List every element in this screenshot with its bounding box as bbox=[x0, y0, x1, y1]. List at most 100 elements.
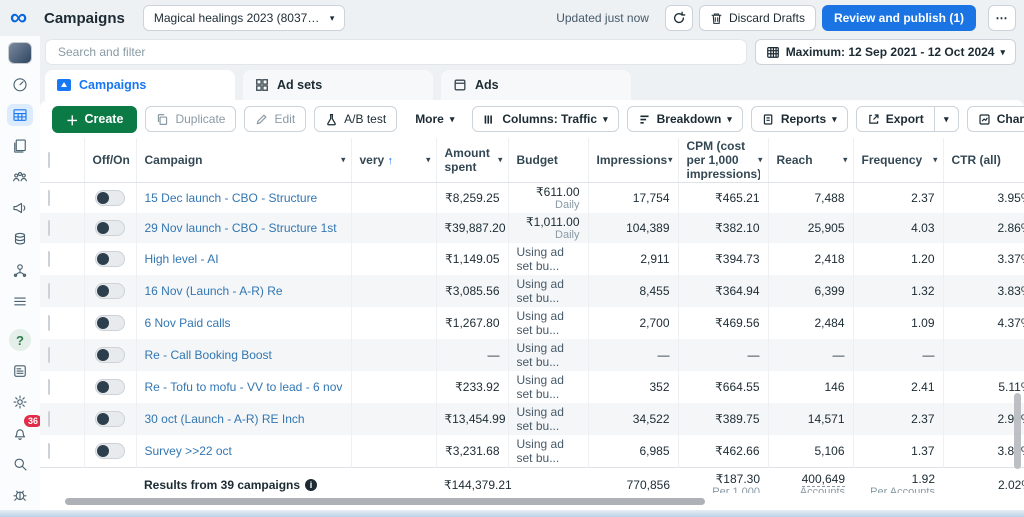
amount-spent-cell: ₹1,267.80 bbox=[436, 307, 508, 339]
page-title: Campaigns bbox=[44, 10, 125, 27]
create-button[interactable]: ＋ Create bbox=[52, 106, 137, 133]
off-on-toggle[interactable] bbox=[95, 251, 125, 267]
reports-button[interactable]: Reports ▾ bbox=[751, 106, 848, 132]
tab-ads[interactable]: Ads bbox=[441, 70, 631, 100]
campaign-link[interactable]: 30 oct (Launch - A-R) RE Inch bbox=[145, 412, 343, 426]
breakdown-button[interactable]: Breakdown ▾ bbox=[627, 106, 743, 132]
horizontal-scrollbar[interactable] bbox=[65, 498, 705, 505]
impressions-cell: 8,455 bbox=[588, 275, 678, 307]
table-grid-icon bbox=[11, 106, 29, 124]
sidebar-item-all-tools[interactable] bbox=[7, 290, 33, 312]
notifications-button[interactable]: 36 bbox=[7, 422, 33, 444]
updates-button[interactable] bbox=[7, 360, 33, 382]
info-icon[interactable]: i bbox=[305, 479, 317, 491]
off-on-toggle[interactable] bbox=[95, 220, 125, 236]
col-reach[interactable]: Reach▾ bbox=[768, 138, 853, 183]
date-range-selector[interactable]: Maximum: 12 Sep 2021 - 12 Oct 2024 ▾ bbox=[755, 39, 1016, 65]
charts-button[interactable]: Charts bbox=[967, 106, 1024, 132]
tab-ad-sets-label: Ad sets bbox=[277, 78, 322, 92]
help-button[interactable]: ? bbox=[7, 329, 33, 351]
row-checkbox[interactable] bbox=[48, 220, 50, 236]
filter-row: Search and filter Maximum: 12 Sep 2021 -… bbox=[40, 36, 1024, 68]
sidebar-item-audiences[interactable] bbox=[7, 166, 33, 188]
campaign-link[interactable]: 6 Nov Paid calls bbox=[145, 316, 343, 330]
col-amount-spent[interactable]: Amount spent▾ bbox=[436, 138, 508, 183]
campaign-link[interactable]: 15 Dec launch - CBO - Structure bbox=[145, 191, 343, 205]
campaign-link[interactable]: Re - Call Booking Boost bbox=[145, 348, 343, 362]
table-row[interactable]: Re - Tofu to mofu - VV to lead - 6 nov ₹… bbox=[40, 371, 1024, 403]
chevron-down-icon: ▾ bbox=[341, 155, 346, 166]
more-button[interactable]: More ▾ bbox=[405, 106, 464, 132]
more-label: More bbox=[415, 112, 444, 126]
table-row[interactable]: 15 Dec launch - CBO - Structure ₹8,259.2… bbox=[40, 183, 1024, 214]
select-all-checkbox[interactable] bbox=[48, 152, 50, 168]
refresh-icon bbox=[672, 11, 686, 25]
discard-drafts-button[interactable]: Discard Drafts bbox=[699, 5, 816, 31]
search-button[interactable] bbox=[7, 453, 33, 475]
off-on-toggle[interactable] bbox=[95, 443, 125, 459]
sidebar-item-advertise[interactable] bbox=[7, 197, 33, 219]
reach-cell: 5,106 bbox=[768, 435, 853, 468]
off-on-toggle[interactable] bbox=[95, 190, 125, 206]
table-row[interactable]: Re - Call Booking Boost — Using ad set b… bbox=[40, 339, 1024, 371]
col-ctr[interactable]: CTR (all)▾ bbox=[943, 138, 1024, 183]
amount-spent-cell: ₹1,149.05 bbox=[436, 243, 508, 275]
off-on-toggle[interactable] bbox=[95, 347, 125, 363]
campaign-link[interactable]: 16 Nov (Launch - A-R) Re bbox=[145, 284, 343, 298]
tab-ad-sets[interactable]: Ad sets bbox=[243, 70, 433, 100]
sidebar-item-reporting[interactable] bbox=[7, 135, 33, 157]
select-all-header[interactable] bbox=[40, 138, 84, 183]
row-checkbox[interactable] bbox=[48, 315, 50, 331]
col-delivery[interactable]: very ↑▾ bbox=[351, 138, 436, 183]
more-options-button[interactable]: ⋯ bbox=[988, 5, 1016, 31]
col-impressions[interactable]: Impressions▾ bbox=[588, 138, 678, 183]
sidebar-item-overview[interactable] bbox=[7, 73, 33, 95]
columns-button[interactable]: Columns: Traffic ▾ bbox=[472, 106, 618, 132]
reach-cell: 2,418 bbox=[768, 243, 853, 275]
settings-button[interactable] bbox=[7, 391, 33, 413]
sidebar-item-campaigns[interactable] bbox=[7, 104, 33, 126]
off-on-toggle[interactable] bbox=[95, 283, 125, 299]
account-selector[interactable]: Magical healings 2023 (80373146444... ▾ bbox=[143, 5, 346, 31]
table-row[interactable]: 29 Nov launch - CBO - Structure 1st ₹39,… bbox=[40, 213, 1024, 243]
col-campaign[interactable]: Campaign▾ bbox=[136, 138, 351, 183]
refresh-button[interactable] bbox=[665, 5, 693, 31]
edit-button[interactable]: Edit bbox=[244, 106, 306, 132]
table-row[interactable]: Survey >>22 oct ₹3,231.68 Using ad set b… bbox=[40, 435, 1024, 468]
row-checkbox[interactable] bbox=[48, 283, 50, 299]
col-budget[interactable]: Budget bbox=[508, 138, 588, 183]
campaign-link[interactable]: Re - Tofu to mofu - VV to lead - 6 nov bbox=[145, 380, 343, 394]
row-checkbox[interactable] bbox=[48, 411, 50, 427]
table-row[interactable]: 16 Nov (Launch - A-R) Re ₹3,085.56 Using… bbox=[40, 275, 1024, 307]
export-options-button[interactable]: ▾ bbox=[935, 106, 959, 132]
impressions-cell: 352 bbox=[588, 371, 678, 403]
ab-test-button[interactable]: A/B test bbox=[314, 106, 397, 132]
row-checkbox[interactable] bbox=[48, 347, 50, 363]
duplicate-button[interactable]: Duplicate bbox=[145, 106, 236, 132]
row-checkbox[interactable] bbox=[48, 443, 50, 459]
sidebar-item-billing[interactable] bbox=[7, 228, 33, 250]
report-bug-button[interactable] bbox=[7, 484, 33, 506]
export-button[interactable]: Export bbox=[856, 106, 935, 132]
off-on-toggle[interactable] bbox=[95, 315, 125, 331]
row-checkbox[interactable] bbox=[48, 379, 50, 395]
review-publish-button[interactable]: Review and publish (1) bbox=[822, 5, 976, 31]
row-checkbox[interactable] bbox=[48, 190, 50, 206]
campaign-link[interactable]: Survey >>22 oct bbox=[145, 444, 343, 458]
search-input[interactable]: Search and filter bbox=[45, 39, 747, 65]
bell-icon bbox=[11, 424, 29, 442]
table-row[interactable]: 6 Nov Paid calls ₹1,267.80 Using ad set … bbox=[40, 307, 1024, 339]
off-on-toggle[interactable] bbox=[95, 379, 125, 395]
campaign-link[interactable]: 29 Nov launch - CBO - Structure 1st bbox=[145, 221, 343, 235]
off-on-toggle[interactable] bbox=[95, 411, 125, 427]
vertical-scrollbar[interactable] bbox=[1014, 393, 1021, 469]
row-checkbox[interactable] bbox=[48, 251, 50, 267]
col-frequency[interactable]: Frequency▾ bbox=[853, 138, 943, 183]
col-cpm[interactable]: CPM (cost per 1,000 impressions)▾ bbox=[678, 138, 768, 183]
sidebar-item-business-settings[interactable] bbox=[7, 259, 33, 281]
tab-campaigns[interactable]: Campaigns bbox=[45, 70, 235, 100]
campaign-link[interactable]: High level - AI bbox=[145, 252, 343, 266]
table-row[interactable]: 30 oct (Launch - A-R) RE Inch ₹13,454.99… bbox=[40, 403, 1024, 435]
avatar[interactable] bbox=[8, 42, 32, 64]
table-row[interactable]: High level - AI ₹1,149.05 Using ad set b… bbox=[40, 243, 1024, 275]
